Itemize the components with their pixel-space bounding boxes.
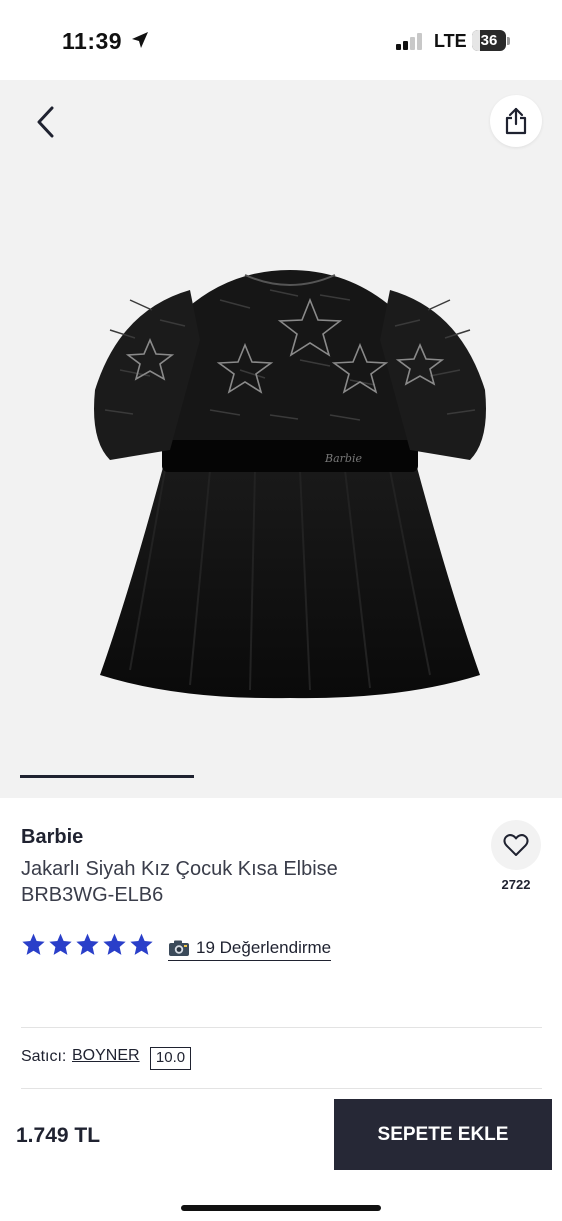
seller-label: Satıcı: <box>21 1048 67 1065</box>
reviews-count-label: 19 Değerlendirme <box>196 938 332 957</box>
gallery-indicator-track <box>20 775 540 778</box>
home-indicator[interactable] <box>181 1205 381 1211</box>
share-icon <box>505 107 527 135</box>
back-button[interactable] <box>28 102 64 142</box>
svg-text:Barbie: Barbie <box>324 452 362 465</box>
seller-score-badge: 10.0 <box>150 1047 191 1070</box>
location-arrow-icon <box>132 32 148 48</box>
battery-icon: 36 <box>472 30 506 51</box>
rating-stars <box>21 932 154 958</box>
star-icon <box>22 933 45 955</box>
star-icon <box>103 933 126 955</box>
product-image[interactable]: Barbie <box>70 170 510 700</box>
reviews-link[interactable]: 19 Değerlendirme <box>168 938 332 961</box>
seller-name-link[interactable]: BOYNER <box>72 1047 140 1065</box>
heart-icon <box>503 834 529 856</box>
star-icon <box>76 933 99 955</box>
cellular-signal-icon <box>396 33 424 50</box>
star-icon <box>130 933 153 955</box>
status-time: 11:39 <box>62 28 123 54</box>
favorite-button[interactable] <box>491 820 541 870</box>
gallery-indicator-active <box>20 775 194 778</box>
add-to-cart-button[interactable]: SEPETE EKLE <box>334 1099 552 1170</box>
status-bar: 11:39 LTE 36 <box>0 0 562 80</box>
battery-cap <box>507 37 510 45</box>
camera-icon <box>169 940 189 956</box>
back-chevron-icon <box>37 106 54 138</box>
brand-name[interactable]: Barbie <box>21 826 83 849</box>
product-price: 1.749 TL <box>16 1124 101 1147</box>
favorite-count: 2722 <box>501 877 531 892</box>
share-button[interactable] <box>490 95 542 147</box>
star-icon <box>49 933 72 955</box>
divider <box>21 1088 542 1089</box>
product-title: Jakarlı Siyah Kız Çocuk Kısa Elbise BRB3… <box>21 858 338 906</box>
product-gallery[interactable]: Barbie <box>0 80 562 798</box>
network-type: LTE <box>434 31 467 51</box>
divider <box>21 1027 542 1028</box>
battery-level-text: 36 <box>480 32 498 49</box>
